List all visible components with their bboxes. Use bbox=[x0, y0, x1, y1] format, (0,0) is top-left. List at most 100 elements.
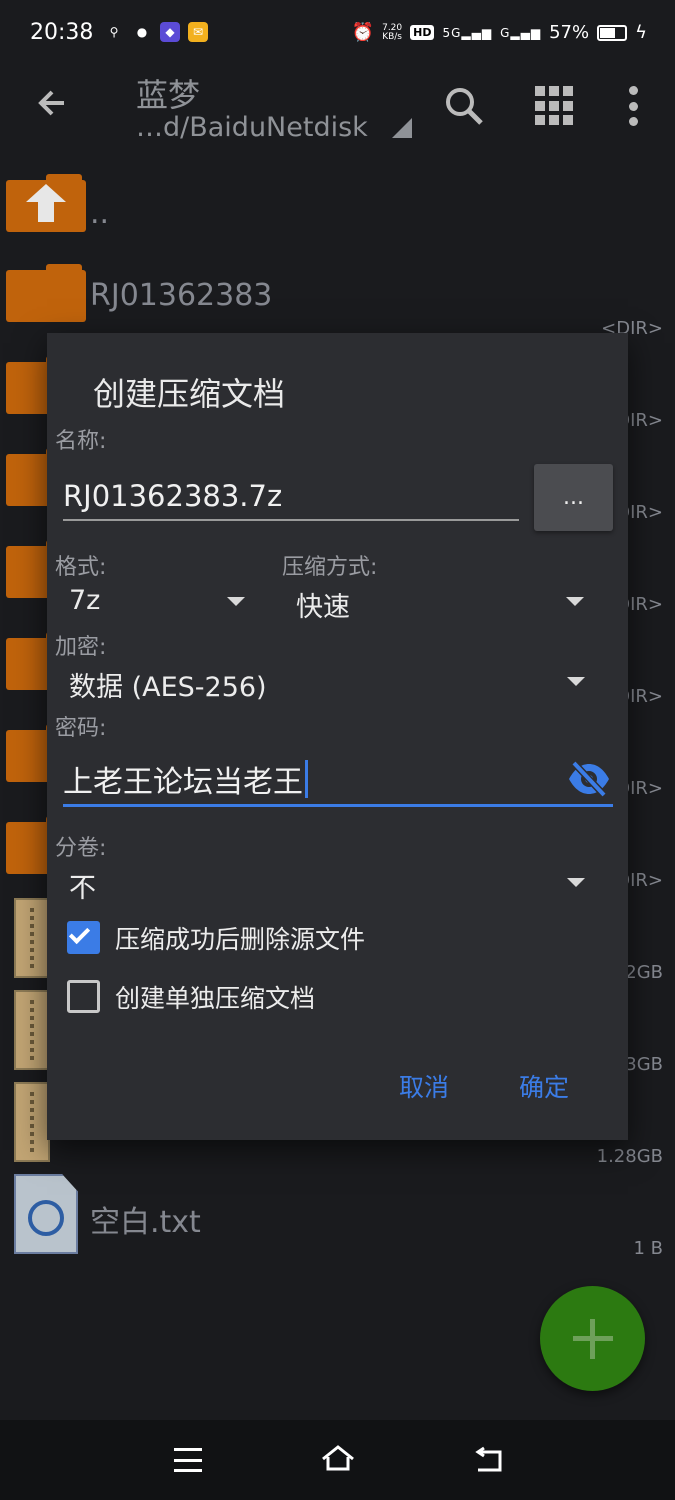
split-select[interactable]: 不 bbox=[55, 860, 592, 904]
method-label: 压缩方式: bbox=[282, 555, 378, 580]
separate-archive-checkbox[interactable] bbox=[67, 980, 100, 1013]
delete-source-label: 压缩成功后删除源文件 bbox=[115, 925, 366, 954]
archive-file-icon bbox=[14, 990, 50, 1070]
dialog-title: 创建压缩文档 bbox=[93, 375, 286, 413]
password-input[interactable]: 上老王论坛当老王 bbox=[63, 757, 613, 807]
method-select[interactable]: 快速 bbox=[282, 579, 592, 623]
browse-button[interactable]: ... bbox=[534, 464, 613, 531]
create-archive-dialog: 创建压缩文档 名称: RJ01362383.7z ... 格式: 压缩方式: 7… bbox=[47, 333, 628, 1140]
status-notification-icons: ⚲ ● ◆ ✉ bbox=[104, 22, 208, 42]
format-select[interactable]: 7z bbox=[55, 579, 255, 623]
edit-glyph bbox=[28, 1200, 64, 1236]
archive-file-icon bbox=[14, 1082, 50, 1162]
file-name[interactable]: 空白.txt bbox=[90, 1197, 201, 1241]
archive-name-input[interactable]: RJ01362383.7z bbox=[63, 479, 519, 521]
password-label: 密码: bbox=[55, 716, 107, 741]
app-icon: ◆ bbox=[160, 22, 180, 42]
password-value: 上老王论坛当老王 bbox=[63, 765, 303, 800]
delete-source-checkbox-row[interactable]: 压缩成功后删除源文件 bbox=[67, 918, 487, 958]
name-label: 名称: bbox=[55, 429, 107, 454]
check-icon bbox=[68, 922, 91, 945]
list-item-parent[interactable] bbox=[6, 174, 86, 232]
grid-cell bbox=[535, 115, 545, 126]
cancel-button[interactable]: 取消 bbox=[399, 1068, 449, 1104]
folder-title: 蓝梦 bbox=[136, 76, 201, 114]
grid-cell bbox=[549, 86, 559, 96]
sim1-label: 5G bbox=[442, 25, 462, 40]
archive-file-icon bbox=[14, 898, 50, 978]
encryption-select[interactable]: 数据 (AES-256) bbox=[55, 659, 592, 703]
charging-icon: ϟ bbox=[635, 22, 647, 43]
back-nav-svg bbox=[475, 1446, 502, 1472]
eye-svg bbox=[569, 760, 609, 798]
signal-icon-2: G▂▄▆ bbox=[500, 25, 542, 40]
folder-icon bbox=[6, 264, 86, 322]
chevron-down-icon bbox=[567, 878, 585, 887]
wechat-icon: ● bbox=[136, 25, 148, 39]
grid-cell bbox=[563, 86, 573, 96]
menu-line bbox=[174, 1448, 202, 1451]
up-arrow-icon bbox=[26, 184, 66, 202]
search-svg bbox=[446, 88, 483, 125]
parent-folder-icon bbox=[6, 174, 86, 232]
file-name[interactable]: RJ01362383 bbox=[90, 278, 272, 313]
encryption-value: 数据 (AES-256) bbox=[69, 672, 267, 703]
back-arrow-icon[interactable] bbox=[34, 85, 70, 130]
file-size: 3GB bbox=[625, 1054, 663, 1075]
sim2-label: G bbox=[500, 25, 511, 40]
net-speed-unit: KB/s bbox=[382, 31, 403, 42]
grid-cell bbox=[563, 100, 573, 111]
plus-icon-v bbox=[590, 1319, 595, 1359]
format-value: 7z bbox=[69, 585, 101, 616]
text-cursor bbox=[305, 760, 308, 798]
home-svg bbox=[322, 1445, 354, 1471]
file-size: 1.28GB bbox=[596, 1146, 663, 1167]
menu-line bbox=[174, 1469, 202, 1472]
visibility-off-icon[interactable] bbox=[567, 760, 611, 798]
dot bbox=[628, 101, 638, 111]
text-file-icon bbox=[14, 1174, 78, 1254]
status-time: 20:38 bbox=[30, 20, 94, 45]
chevron-down-icon bbox=[227, 597, 245, 606]
usb-icon: ⚲ bbox=[109, 25, 119, 39]
separate-archive-checkbox-row[interactable]: 创建单独压缩文档 bbox=[67, 977, 487, 1017]
signal-icon-1: 5G▂▄▆ bbox=[442, 25, 493, 40]
ok-button[interactable]: 确定 bbox=[519, 1068, 569, 1104]
chevron-down-icon bbox=[567, 677, 585, 686]
menu-line bbox=[174, 1458, 202, 1462]
alarm-icon: ⏰ bbox=[351, 22, 375, 43]
grid-cell bbox=[549, 115, 559, 126]
path-breadcrumb[interactable]: …d/BaiduNetdisk bbox=[136, 112, 368, 143]
method-value: 快速 bbox=[296, 592, 350, 623]
format-label: 格式: bbox=[55, 555, 107, 580]
grid-cell bbox=[563, 115, 573, 126]
search-icon[interactable] bbox=[444, 86, 484, 126]
status-system-icons: ⏰ 7.20 KB/s HD 5G▂▄▆ G▂▄▆ 57% ϟ bbox=[352, 22, 647, 43]
dot bbox=[628, 117, 638, 126]
back-nav-icon[interactable] bbox=[472, 1446, 504, 1474]
up-arrow-stem bbox=[38, 202, 54, 222]
recent-apps-icon[interactable] bbox=[174, 1448, 202, 1472]
back-arrow-svg bbox=[38, 90, 64, 116]
encryption-label: 加密: bbox=[55, 635, 107, 660]
grid-view-icon[interactable] bbox=[535, 86, 575, 126]
dot bbox=[628, 86, 638, 95]
battery-icon bbox=[597, 24, 628, 41]
delete-source-checkbox[interactable] bbox=[67, 921, 100, 954]
split-value: 不 bbox=[69, 873, 96, 904]
chevron-down-icon bbox=[566, 597, 584, 606]
file-size: 2GB bbox=[625, 962, 663, 983]
home-icon[interactable] bbox=[320, 1444, 356, 1474]
battery-percent: 57% bbox=[549, 22, 590, 43]
grid-cell bbox=[535, 100, 545, 111]
add-fab-button[interactable] bbox=[540, 1286, 645, 1391]
grid-cell bbox=[535, 86, 545, 96]
net-speed: 7.20 KB/s bbox=[382, 23, 403, 42]
more-options-icon[interactable] bbox=[628, 86, 638, 126]
file-size: 1 B bbox=[633, 1238, 663, 1259]
path-dropdown-icon[interactable] bbox=[392, 118, 412, 138]
hd-badge: HD bbox=[410, 25, 435, 40]
separate-archive-label: 创建单独压缩文档 bbox=[115, 984, 316, 1013]
split-label: 分卷: bbox=[55, 836, 107, 861]
mail-icon: ✉ bbox=[188, 22, 208, 42]
